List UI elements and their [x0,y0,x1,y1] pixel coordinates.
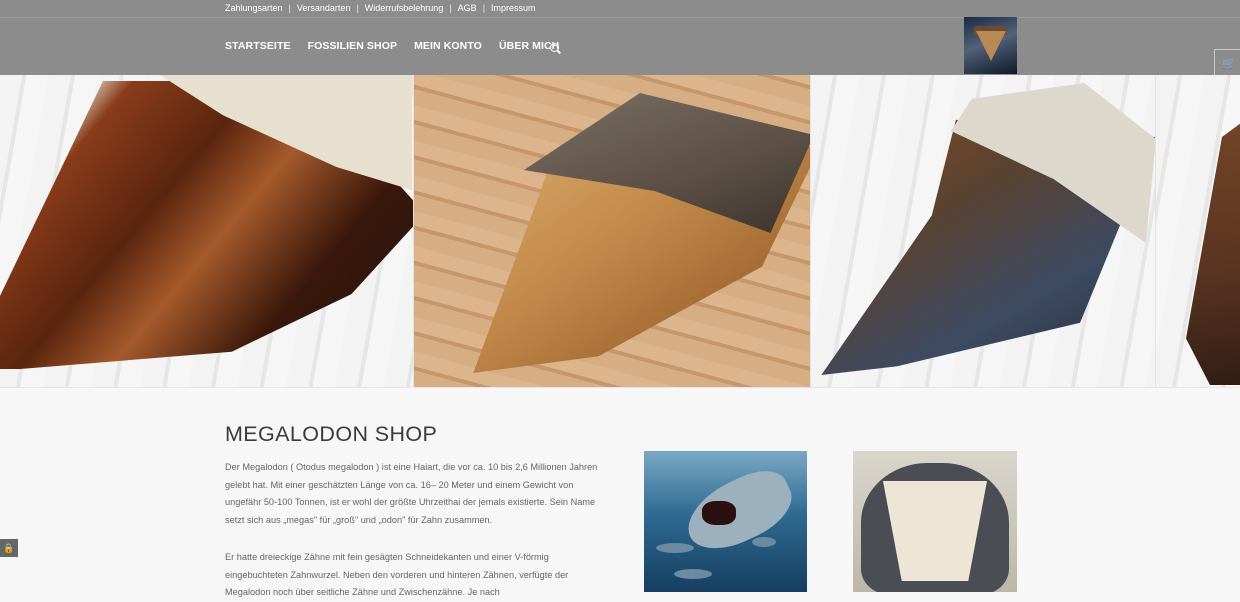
lock-icon[interactable]: 🔒 [0,539,18,557]
megalodon-jaw-photo [853,451,1017,592]
main-content: MEGALODON SHOP Der Megalodon ( Otodus me… [0,387,1240,597]
top-link-widerrufsbelehrung[interactable]: Widerrufsbelehrung [365,3,444,13]
whale [674,569,712,579]
intro-paragraph: Der Megalodon ( Otodus megalodon ) ist e… [225,462,598,525]
whale [656,543,694,553]
top-link-impressum[interactable]: Impressum [491,3,536,13]
nav-item-fossilien-shop[interactable]: FOSSILIEN SHOP [308,40,398,52]
page-title: MEGALODON SHOP [225,422,438,446]
nav-item-startseite[interactable]: STARTSEITE [225,40,291,52]
slide-tooth-3 [811,75,1155,387]
search-icon[interactable] [550,43,559,52]
slide-tooth-1 [0,75,413,387]
top-link-agb[interactable]: AGB [458,3,477,13]
top-link-separator: | [356,3,359,13]
site-logo[interactable] [964,17,1017,74]
top-link-separator: | [288,3,291,13]
teeth-paragraph: Er hatte dreieckige Zähne mit fein gesäg… [225,552,569,597]
top-link-zahlungsarten[interactable]: Zahlungsarten [225,3,283,13]
logo-tooth-icon [976,31,1006,61]
top-bar: Zahlungsarten | Versandarten | Widerrufs… [0,0,1240,17]
nav-item-mein-konto[interactable]: MEIN KONTO [414,40,482,52]
main-header: STARTSEITE FOSSILIEN SHOP MEIN KONTO ÜBE… [0,17,1240,79]
fish [752,537,776,547]
top-link-separator: | [482,3,486,13]
cart-icon: 🛒 [1222,58,1236,70]
tooth-image-4 [1186,75,1240,385]
top-links: Zahlungsarten | Versandarten | Widerrufs… [225,3,536,13]
hero-slider [0,75,1240,387]
slide-tooth-4 [1156,75,1240,387]
shark-body [676,460,802,562]
shark-mouth [702,501,736,525]
top-link-separator: | [449,3,452,13]
top-link-versandarten[interactable]: Versandarten [297,3,351,13]
megalodon-illustration [644,451,807,592]
main-nav: STARTSEITE FOSSILIEN SHOP MEIN KONTO ÜBE… [217,40,559,77]
slide-tooth-2 [414,75,810,387]
